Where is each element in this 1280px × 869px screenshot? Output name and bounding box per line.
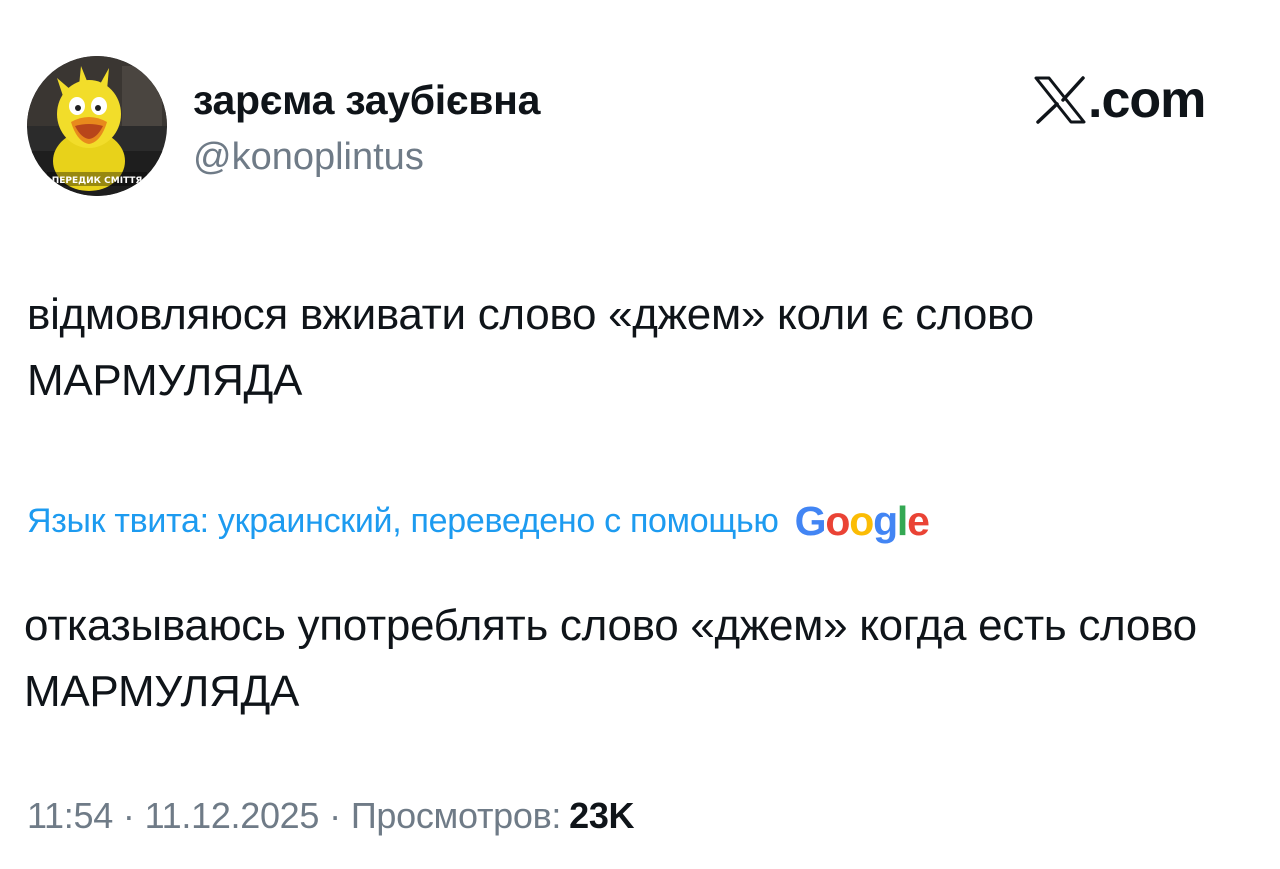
tweet-metadata: 11:54 · 11.12.2025 · Просмотров: 23K	[27, 790, 635, 842]
translation-attribution[interactable]: Язык твита: украинский, переведено с пом…	[27, 495, 930, 547]
avatar-caption: ПЕРЕДИК СМІТТЯ	[52, 176, 143, 186]
tweet-date[interactable]: 11.12.2025	[145, 795, 320, 837]
brand-domain-text: .com	[1088, 71, 1206, 129]
google-logo: Google	[794, 495, 930, 547]
google-logo-letter: o	[849, 498, 874, 544]
avatar[interactable]: ПЕРЕДИК СМІТТЯ	[27, 56, 167, 196]
google-logo-letter: l	[896, 498, 908, 544]
views-label: Просмотров:	[350, 795, 562, 836]
translated-tweet-text: отказываюсь употреблять слово «джем» ког…	[24, 601, 1197, 716]
google-logo-letter: g	[873, 498, 898, 544]
google-logo-letter: G	[794, 498, 827, 544]
author-handle[interactable]: @konoplintus	[193, 134, 424, 180]
x-logo-icon	[1034, 76, 1086, 124]
meta-separator: ·	[122, 795, 135, 836]
views-count[interactable]: 23K	[569, 795, 634, 837]
avatar-image: ПЕРЕДИК СМІТТЯ	[27, 56, 167, 196]
x-brand-watermark: .com	[1034, 71, 1206, 129]
google-logo-letter: e	[907, 498, 930, 544]
google-logo-letter: o	[825, 498, 850, 544]
meta-separator: ·	[329, 795, 341, 836]
tweet-text: відмовляюся вживати слово «джем» коли є …	[27, 290, 1034, 405]
translation-label[interactable]: Язык твита: украинский, переведено с пом…	[27, 502, 779, 541]
tweet-time[interactable]: 11:54	[27, 795, 113, 837]
author-display-name[interactable]: зарєма заубієвна	[193, 76, 540, 124]
